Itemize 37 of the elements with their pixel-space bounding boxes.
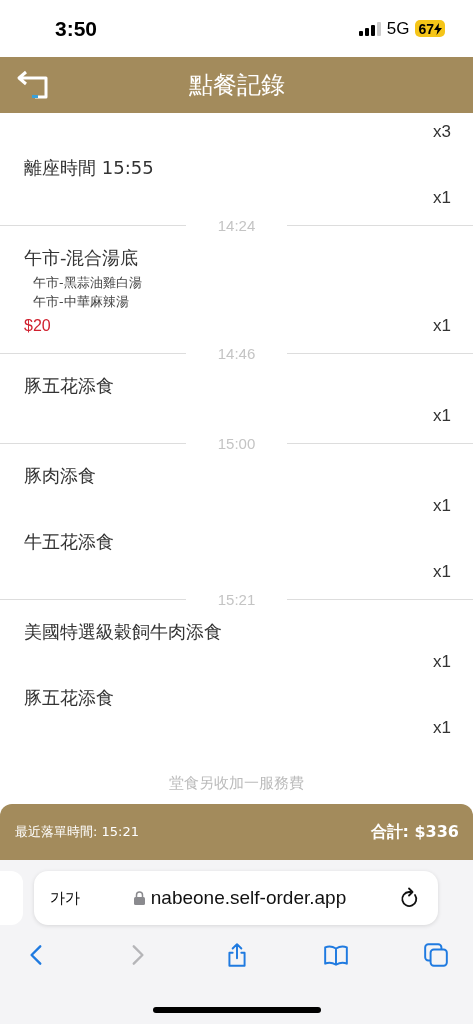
item-name: 豚五花添食 xyxy=(24,686,115,710)
last-order-time: 最近落單時間: 15:21 xyxy=(15,823,139,841)
signal-icon xyxy=(358,21,381,36)
tabs-icon[interactable] xyxy=(423,942,449,968)
bolt-icon xyxy=(434,22,442,35)
address-bar[interactable]: 가가 nabeone.self-order.app xyxy=(34,871,438,925)
order-time: 15:21 xyxy=(216,590,257,608)
page-title: 點餐記錄 xyxy=(188,70,285,101)
item-name: 豚五花添食 xyxy=(24,374,115,398)
item-quantity: x1 xyxy=(433,316,451,336)
item-quantity: x3 xyxy=(433,122,451,142)
item-quantity: x1 xyxy=(433,652,451,672)
order-time: 14:24 xyxy=(216,216,257,234)
order-total: 合計: $336 xyxy=(370,821,459,843)
item-price: $20 xyxy=(24,317,51,335)
network-label: 5G xyxy=(386,18,410,39)
item-quantity: x1 xyxy=(433,718,451,738)
item-name: 午市-混合湯底 xyxy=(24,246,140,270)
order-time: 15:00 xyxy=(216,434,257,452)
url-text: nabeone.self-order.app xyxy=(150,887,347,909)
item-quantity: x1 xyxy=(433,406,451,426)
item-quantity: x1 xyxy=(433,562,451,582)
item-name: 美國特選級穀飼牛肉添食 xyxy=(24,620,223,644)
text-size-button[interactable]: 가가 xyxy=(50,888,80,908)
item-option: 午市-中華麻辣湯 xyxy=(24,292,451,311)
battery-level: 67 xyxy=(418,20,434,37)
lock-icon xyxy=(133,891,145,905)
item-quantity: x1 xyxy=(433,496,451,516)
order-time: 14:46 xyxy=(216,344,257,362)
reload-icon[interactable] xyxy=(400,887,420,909)
back-arrow-icon[interactable] xyxy=(16,70,50,100)
item-name: 牛五花添食 xyxy=(24,530,115,554)
item-name: 豚肉添食 xyxy=(24,464,97,488)
item-name: 離座時間 15:55 xyxy=(24,156,155,180)
status-time: 3:50 xyxy=(55,16,99,41)
item-quantity: x1 xyxy=(433,188,451,208)
item-option: 午市-黑蒜油雞白湯 xyxy=(24,273,451,292)
